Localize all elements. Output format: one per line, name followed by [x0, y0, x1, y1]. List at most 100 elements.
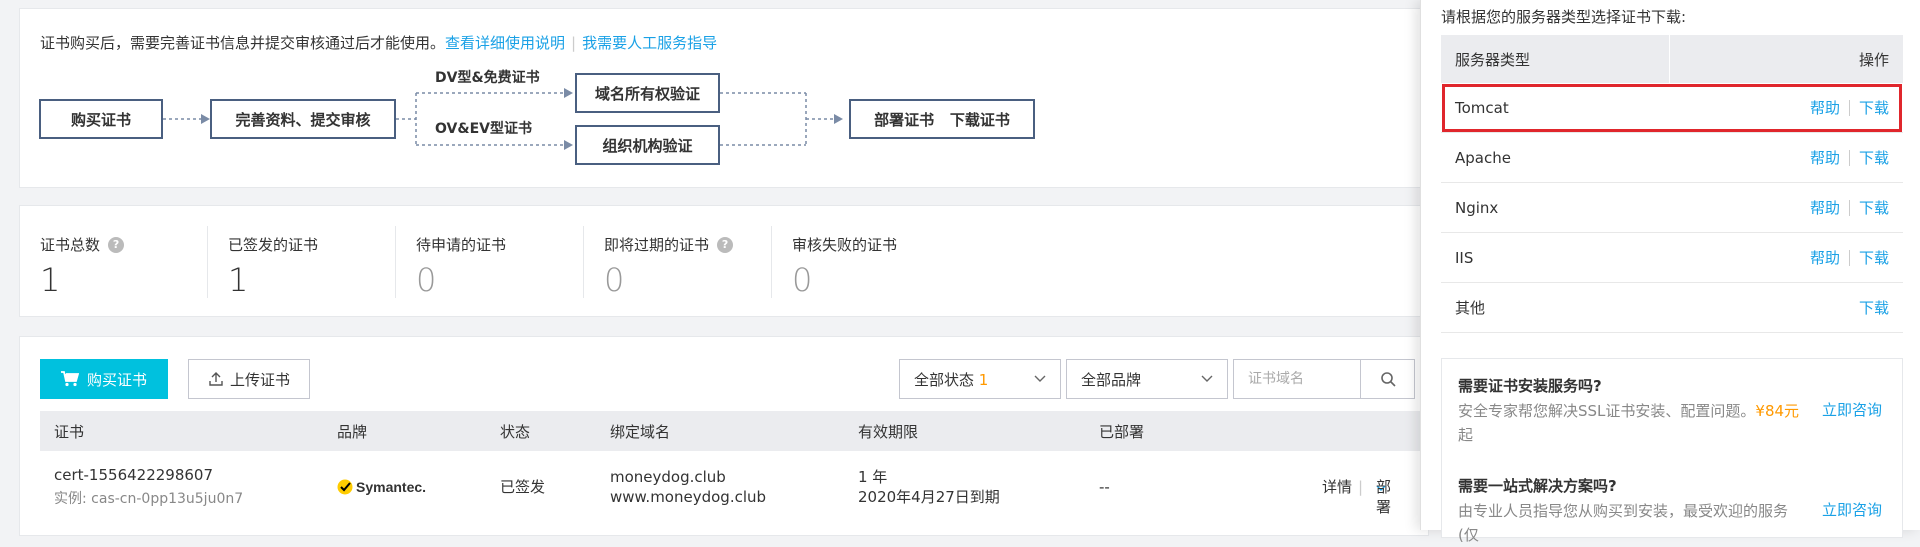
stat-issued-label: 已签发的证书: [228, 236, 319, 254]
server-row-tomcat: Tomcat 帮助 下载: [1441, 83, 1903, 133]
validity-term: 1 年: [858, 468, 888, 486]
server-table-header: 服务器类型 操作: [1441, 35, 1903, 83]
buy-certificate-label: 购买证书: [86, 371, 147, 389]
search-button[interactable]: [1360, 360, 1414, 398]
status-filter-select[interactable]: 全部状态 1: [899, 359, 1061, 399]
help-link[interactable]: 帮助: [1810, 147, 1840, 168]
flow-step-org-verify: 组织机构验证: [575, 125, 720, 165]
stat-issued: 已签发的证书 1: [208, 206, 318, 318]
upload-certificate-button[interactable]: 上传证书: [188, 359, 310, 399]
status-filter-text: 全部状态: [914, 370, 975, 389]
cart-icon: [60, 371, 79, 387]
detail-link[interactable]: 详情: [1322, 477, 1352, 497]
flow-step-deploy-download: 部署证书 下载证书: [849, 99, 1035, 139]
stat-issued-value: 1: [228, 261, 249, 299]
action-divider: [1848, 149, 1850, 166]
domain-search: [1233, 359, 1415, 399]
brand-name: Symantec.: [356, 479, 427, 495]
promo-install-desc-suffix: 起: [1458, 426, 1474, 444]
server-name: Tomcat: [1455, 98, 1509, 117]
promo-install-desc: 安全专家帮您解决SSL证书安装、配置问题。¥84元起: [1458, 399, 1803, 447]
search-icon: [1380, 372, 1396, 387]
download-link[interactable]: 下载: [1859, 97, 1889, 118]
stat-pending-value: 0: [416, 261, 437, 299]
server-name: IIS: [1455, 248, 1474, 267]
symantec-check-icon: [337, 479, 353, 495]
brand-logo: Symantec.: [337, 477, 426, 497]
deployed-value: --: [1099, 478, 1110, 496]
col-validity: 有效期限: [858, 422, 919, 441]
domain-search-input[interactable]: [1234, 360, 1360, 398]
stat-total-label: 证书总数: [40, 236, 101, 254]
help-link[interactable]: 帮助: [1810, 247, 1840, 268]
stat-pending-label: 待申请的证书: [416, 236, 507, 254]
drawer-title: 请根据您的服务器类型选择证书下载:: [1441, 8, 1687, 26]
cert-name: cert-1556422298607: [54, 466, 214, 484]
action-divider: [1848, 199, 1850, 216]
server-name: Apache: [1455, 148, 1511, 167]
server-row-apache: Apache 帮助 下载: [1441, 133, 1903, 183]
brand-filter-select[interactable]: 全部品牌: [1066, 359, 1228, 399]
promo-install-desc-text: 安全专家帮您解决SSL证书安装、配置问题。: [1458, 402, 1756, 420]
status-text: 已签发: [500, 478, 546, 496]
col-cert: 证书: [54, 422, 85, 441]
cert-instance: 实例: cas-cn-0pp13u5ju0n7: [54, 491, 244, 507]
chevron-down-icon: [1034, 375, 1046, 382]
stat-expiring-label: 即将过期的证书: [604, 236, 710, 254]
server-name: 其他: [1455, 299, 1486, 317]
deploy-label: 部署: [1376, 478, 1392, 516]
consult-link[interactable]: 立即咨询: [1822, 399, 1882, 420]
header-divider: [1669, 35, 1670, 83]
col-brand: 品牌: [337, 422, 368, 441]
status-filter-count: 1: [978, 370, 989, 389]
download-link[interactable]: 下载: [1859, 197, 1889, 218]
action-divider: |: [1358, 478, 1364, 496]
flow-step-domain-verify: 域名所有权验证: [575, 73, 720, 113]
stats-card: 证书总数? 1 已签发的证书 1 待申请的证书 0 即将过期的证书? 0 审核失…: [19, 205, 1429, 317]
help-link[interactable]: 帮助: [1810, 97, 1840, 118]
stat-total: 证书总数? 1: [20, 206, 125, 318]
upload-icon: [209, 372, 223, 386]
status-filter-value: 全部状态 1: [914, 369, 988, 390]
server-row-other: 其他 下载: [1441, 283, 1903, 333]
promo-solution-desc: 由专业人员指导您从购买到安装，最受欢迎的服务(仅: [1458, 502, 1789, 544]
flow-branch-ov-label: OV&EV型证书: [435, 121, 532, 137]
flow-step-complete-info: 完善资料、提交审核: [210, 99, 396, 139]
download-link[interactable]: 下载: [1859, 297, 1889, 318]
stat-expiring-value: 0: [604, 261, 625, 299]
promo-install-title: 需要证书安装服务吗?: [1458, 377, 1602, 395]
download-drawer: 请根据您的服务器类型选择证书下载: 服务器类型 操作 Tomcat 帮助 下载 A…: [1420, 0, 1920, 544]
col-deployed: 已部署: [1099, 422, 1145, 441]
promo-install-price: ¥84元: [1755, 402, 1800, 420]
stat-failed: 审核失败的证书 0: [772, 206, 897, 318]
col-status: 状态: [500, 422, 531, 441]
table-row: cert-1556422298607 实例: cas-cn-0pp13u5ju0…: [40, 451, 1430, 531]
server-row-nginx: Nginx 帮助 下载: [1441, 183, 1903, 233]
stat-expiring: 即将过期的证书? 0: [584, 206, 734, 318]
promo-solution-title: 需要一站式解决方案吗?: [1458, 477, 1617, 495]
download-link[interactable]: 下载: [1859, 147, 1889, 168]
download-link[interactable]: 下载: [1859, 247, 1889, 268]
process-flow-card: 证书购买后，需要完善证书信息并提交审核通过后才能使用。查看详细使用说明 | 我需要人…: [19, 8, 1429, 188]
certificate-list-card: 购买证书 上传证书 全部状态 1 全部品牌 证书 品牌 状态 绑定域名 有效期限…: [19, 336, 1430, 536]
stat-total-value: 1: [40, 261, 61, 299]
chevron-down-icon: [1201, 375, 1213, 382]
deploy-link[interactable]: 部署: [1376, 477, 1391, 516]
domain-secondary: www.moneydog.club: [610, 488, 767, 506]
service-promo-card: 需要证书安装服务吗? 安全专家帮您解决SSL证书安装、配置问题。¥84元起 立即…: [1441, 358, 1903, 544]
flow-branch-dv-label: DV型&免费证书: [435, 70, 540, 86]
brand-filter-value: 全部品牌: [1081, 370, 1142, 389]
stat-failed-value: 0: [792, 261, 813, 299]
col-domain: 绑定域名: [610, 422, 671, 441]
consult-link[interactable]: 立即咨询: [1822, 499, 1882, 520]
col-action: 操作: [1858, 50, 1889, 69]
help-icon[interactable]: ?: [717, 236, 734, 253]
server-row-iis: IIS 帮助 下载: [1441, 233, 1903, 283]
domain-primary: moneydog.club: [610, 468, 726, 486]
stat-failed-label: 审核失败的证书: [792, 236, 898, 254]
help-icon[interactable]: ?: [108, 236, 125, 253]
buy-certificate-button[interactable]: 购买证书: [40, 359, 168, 399]
validity-expiry: 2020年4月27日到期: [858, 488, 1000, 506]
help-link[interactable]: 帮助: [1810, 197, 1840, 218]
action-divider: [1848, 99, 1850, 116]
